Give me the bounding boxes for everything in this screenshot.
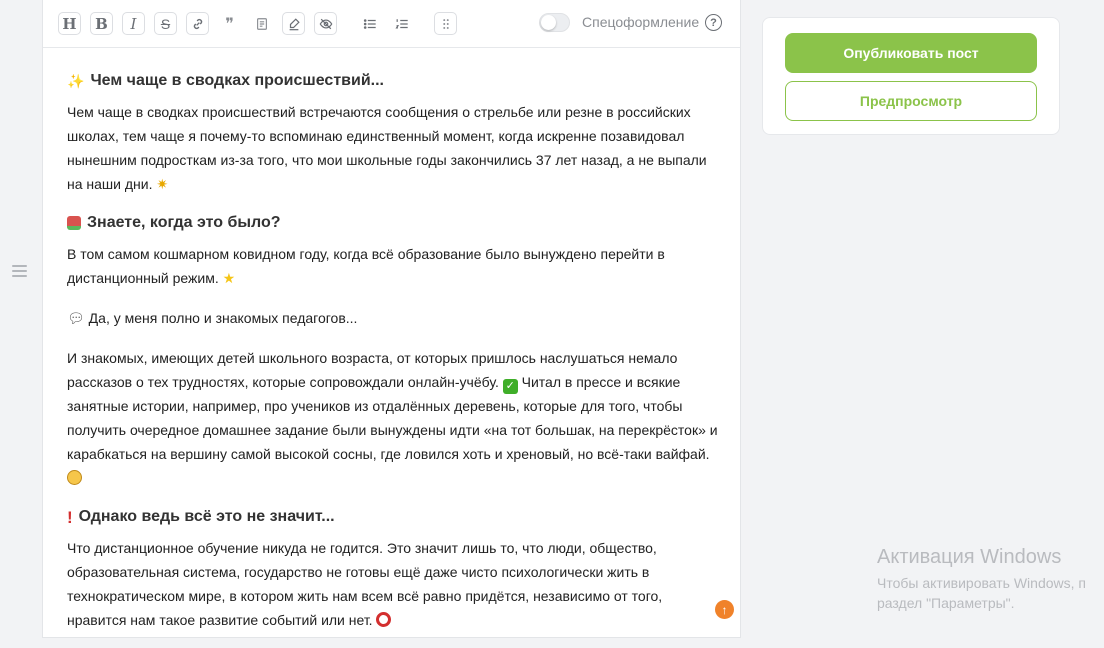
italic-icon: I — [130, 14, 137, 33]
help-icon[interactable]: ? — [705, 14, 722, 31]
paragraph: Чем чаще в сводках происшествий встречаю… — [67, 100, 719, 196]
more-button[interactable] — [434, 12, 457, 35]
marker-icon — [289, 17, 300, 30]
watermark-line-2: раздел "Параметры". — [877, 595, 1015, 611]
books-icon — [67, 216, 81, 230]
watermark-line-1: Чтобы активировать Windows, п — [877, 575, 1086, 591]
link-button[interactable] — [186, 12, 209, 35]
heading-text: Однако ведь всё это не значит... — [78, 508, 335, 525]
article-body[interactable]: ✨ Чем чаще в сводках происшествий... Чем… — [67, 70, 719, 648]
heading-text: Знаете, когда это было? — [87, 214, 281, 231]
publish-panel: Опубликовать пост Предпросмотр — [762, 17, 1060, 135]
paragraph-text: Да, у меня полно и знакомых педагогов... — [88, 310, 358, 326]
link-icon — [193, 18, 202, 29]
paragraph-text: Что дистанционное обучение никуда не год… — [67, 540, 663, 628]
bold-icon: B — [95, 14, 108, 33]
numbered-list-button[interactable] — [390, 12, 413, 35]
bold-button[interactable]: B — [90, 12, 113, 35]
strikethrough-button[interactable]: S — [154, 12, 177, 35]
marker-button[interactable] — [282, 12, 305, 35]
sparkles-icon: ✨ — [67, 73, 85, 89]
scroll-to-top-button[interactable]: ↑ — [715, 600, 734, 619]
post-editor: H B I S ❞ Спецоформление ? ✨ Чем чаще в … — [42, 0, 741, 638]
drag-handle-icon[interactable] — [12, 265, 27, 277]
publish-button[interactable]: Опубликовать пост — [785, 33, 1037, 73]
eye-off-icon — [319, 18, 332, 29]
screaming-face-icon — [67, 470, 82, 485]
bullet-list-button[interactable] — [358, 12, 381, 35]
spoiler-button[interactable] — [314, 12, 337, 35]
heading-button[interactable]: H — [58, 12, 81, 35]
target-icon — [376, 612, 392, 627]
numbered-list-icon — [394, 18, 408, 29]
paragraph-text: В том самом кошмарном ковидном году, ког… — [67, 246, 665, 286]
section-heading: Знаете, когда это было? — [67, 212, 719, 234]
paragraph: В том самом кошмарном ковидном году, ког… — [67, 242, 719, 290]
quote-icon: ❞ — [225, 15, 234, 33]
section-heading: ! Однако ведь всё это не значит... — [67, 506, 719, 528]
heading-icon: H — [62, 14, 77, 33]
document-icon — [256, 17, 267, 30]
quote-button[interactable]: ❞ — [218, 12, 241, 35]
italic-button[interactable]: I — [122, 12, 145, 35]
preview-button[interactable]: Предпросмотр — [785, 81, 1037, 121]
speech-bubble-icon: 💬︎ — [67, 310, 85, 326]
dots-grid-icon — [442, 18, 449, 29]
arrow-up-icon: ↑ — [721, 602, 728, 617]
exclamation-icon: ! — [67, 507, 73, 527]
embed-button[interactable] — [250, 12, 273, 35]
strikethrough-icon: S — [160, 15, 171, 32]
windows-activation-watermark: Активация Windows Чтобы активировать Win… — [877, 545, 1086, 613]
bullet-list-icon — [363, 18, 376, 29]
collision-icon: ✷ — [156, 176, 169, 192]
check-mark-icon: ✓ — [502, 379, 518, 394]
formatting-toolbar: H B I S ❞ Спецоформление ? — [43, 0, 740, 48]
special-formatting-toggle[interactable] — [539, 13, 570, 32]
section-heading: ✨ Чем чаще в сводках происшествий... — [67, 70, 719, 92]
watermark-title: Активация Windows — [877, 546, 1062, 568]
special-formatting-label: Спецоформление — [582, 14, 700, 30]
paragraph: И знакомых, имеющих детей школьного возр… — [67, 346, 719, 490]
star-icon: ★ — [222, 270, 236, 286]
paragraph: 💬︎ Да, у меня полно и знакомых педагогов… — [67, 306, 719, 330]
paragraph: Что дистанционное обучение никуда не год… — [67, 536, 719, 632]
heading-text: Чем чаще в сводках происшествий... — [90, 72, 384, 89]
toggle-knob — [541, 15, 556, 30]
